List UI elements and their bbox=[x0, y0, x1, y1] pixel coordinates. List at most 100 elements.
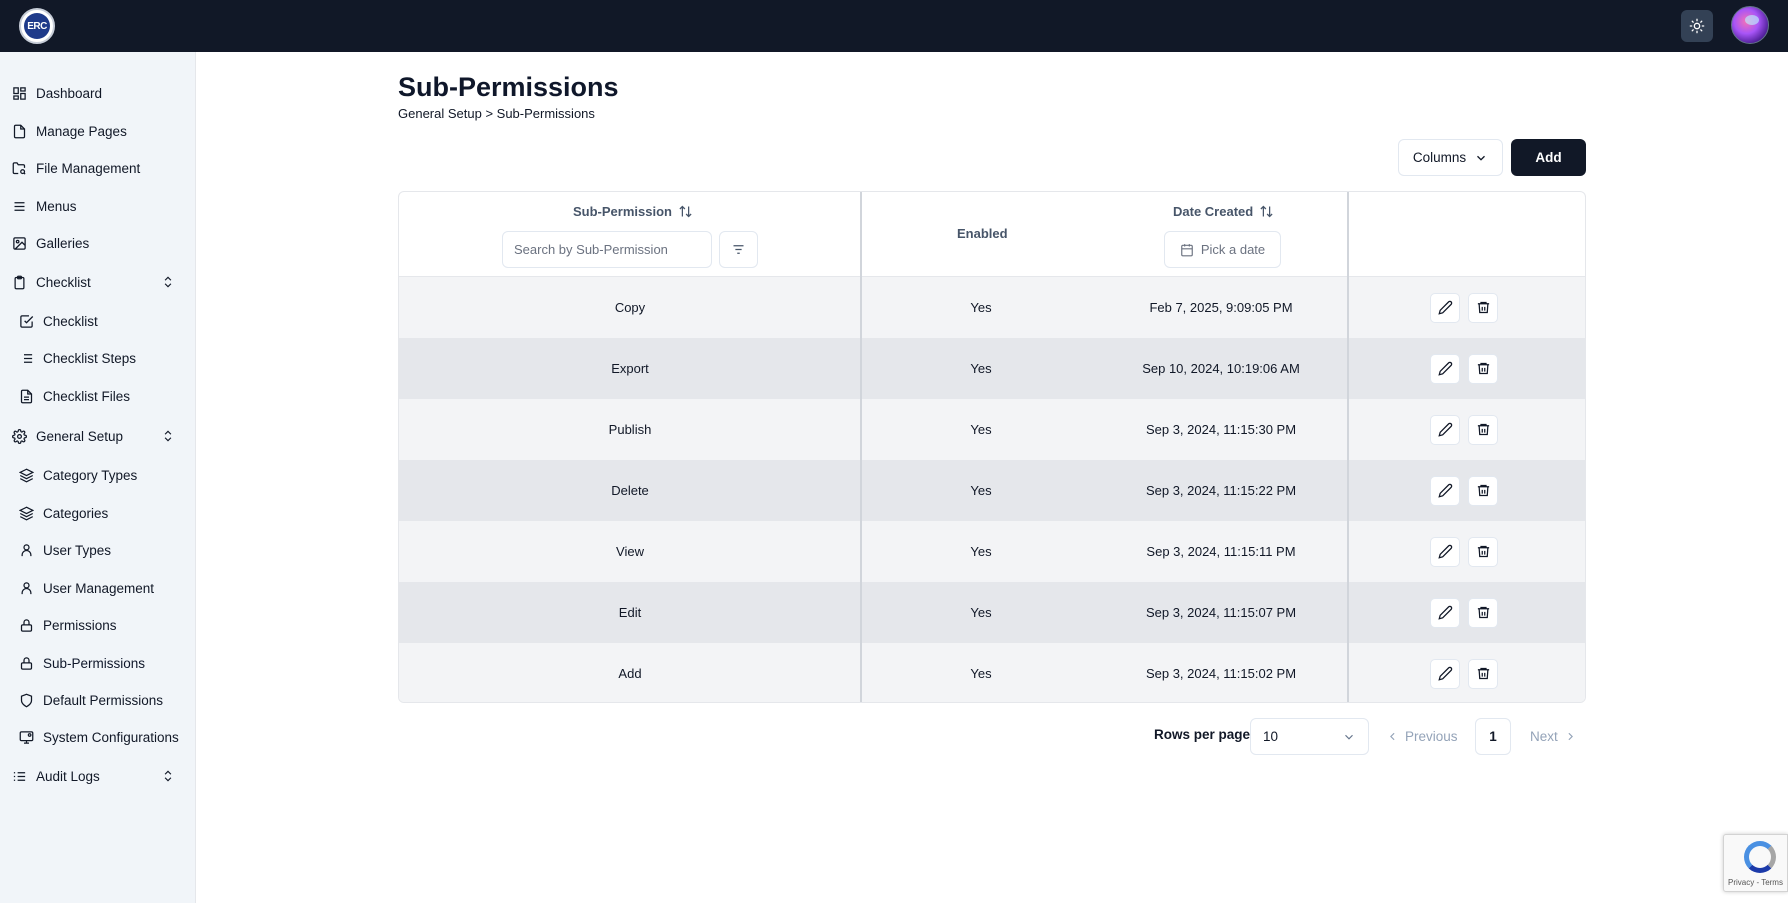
cell-enabled: Yes bbox=[970, 483, 992, 498]
table-row: View Yes Sep 3, 2024, 11:15:11 PM bbox=[399, 521, 1585, 582]
clipboard-icon bbox=[11, 274, 27, 290]
sidebar-item-label: Checklist Steps bbox=[43, 350, 137, 366]
app-logo[interactable]: ERC bbox=[19, 8, 55, 44]
sidebar-item-default-permissions[interactable]: Default Permissions bbox=[0, 685, 196, 715]
enabled-header: Enabled bbox=[957, 226, 1008, 241]
sidebar-item-dashboard[interactable]: Dashboard bbox=[0, 78, 196, 108]
date-picker-button[interactable]: Pick a date bbox=[1164, 231, 1281, 268]
sun-icon bbox=[1689, 18, 1705, 34]
table-row: Export Yes Sep 10, 2024, 10:19:06 AM bbox=[399, 338, 1585, 399]
edit-button[interactable] bbox=[1430, 414, 1460, 445]
image-icon bbox=[11, 235, 27, 251]
row-actions bbox=[1341, 460, 1585, 521]
cell-enabled: Yes bbox=[970, 300, 992, 315]
date-placeholder: Pick a date bbox=[1200, 242, 1266, 257]
sidebar-group-audit-logs[interactable]: Audit Logs bbox=[0, 761, 196, 791]
user-icon bbox=[18, 542, 34, 558]
edit-button[interactable] bbox=[1430, 658, 1460, 689]
sidebar-item-sub-permissions[interactable]: Sub-Permissions bbox=[0, 648, 196, 678]
sidebar-item-user-types[interactable]: User Types bbox=[0, 535, 196, 565]
column-divider bbox=[1347, 192, 1349, 702]
sidebar-item-category-types[interactable]: Category Types bbox=[0, 460, 196, 490]
cell-sub-permission: Publish bbox=[608, 422, 652, 437]
lock-icon bbox=[18, 655, 34, 671]
sidebar-item-manage-pages[interactable]: Manage Pages bbox=[0, 116, 196, 146]
add-button[interactable]: Add bbox=[1511, 139, 1586, 176]
sidebar-item-checklist[interactable]: Checklist bbox=[0, 306, 196, 336]
edit-button[interactable] bbox=[1430, 536, 1460, 567]
breadcrumb: General Setup > Sub-Permissions bbox=[398, 106, 595, 121]
shield-icon bbox=[18, 692, 34, 708]
sidebar-item-label: Checklist Files bbox=[43, 388, 131, 404]
columns-button[interactable]: Columns bbox=[1398, 139, 1503, 176]
edit-button[interactable] bbox=[1430, 353, 1460, 384]
delete-button[interactable] bbox=[1468, 292, 1498, 323]
theme-toggle-button[interactable] bbox=[1681, 10, 1713, 42]
previous-page-button[interactable]: Previous bbox=[1386, 718, 1458, 755]
lock-icon bbox=[18, 617, 34, 633]
sidebar-item-label: Galleries bbox=[36, 235, 90, 251]
chevrons-up-down-icon bbox=[164, 770, 172, 782]
filter-button[interactable] bbox=[719, 231, 758, 268]
sidebar-item-label: Manage Pages bbox=[36, 123, 127, 139]
delete-button[interactable] bbox=[1468, 597, 1498, 628]
sidebar-item-label: Audit Logs bbox=[36, 768, 100, 784]
page-number-button[interactable]: 1 bbox=[1475, 718, 1511, 755]
dashboard-icon bbox=[11, 85, 27, 101]
delete-button[interactable] bbox=[1468, 353, 1498, 384]
sidebar-item-checklist-steps[interactable]: Checklist Steps bbox=[0, 343, 196, 373]
sidebar-item-system-configurations[interactable]: System Configurations bbox=[0, 722, 196, 752]
sidebar-item-label: General Setup bbox=[36, 428, 124, 444]
cell-sub-permission: Export bbox=[611, 361, 649, 376]
delete-button[interactable] bbox=[1468, 536, 1498, 567]
recaptcha-badge[interactable]: Privacy - Terms bbox=[1723, 834, 1788, 892]
sort-date-created-header[interactable]: Date Created bbox=[1173, 204, 1274, 219]
delete-button[interactable] bbox=[1468, 658, 1498, 689]
edit-button[interactable] bbox=[1430, 597, 1460, 628]
sort-sub-permission-header[interactable]: Sub-Permission bbox=[573, 204, 693, 219]
sidebar-item-label: Checklist bbox=[43, 313, 98, 329]
sidebar-item-galleries[interactable]: Galleries bbox=[0, 228, 196, 258]
sidebar-group-general-setup[interactable]: General Setup bbox=[0, 421, 196, 451]
cell-sub-permission: View bbox=[616, 544, 644, 559]
sidebar-item-label: Menus bbox=[36, 198, 77, 214]
sidebar-item-categories[interactable]: Categories bbox=[0, 498, 196, 528]
rows-per-page-label: Rows per page bbox=[1154, 727, 1251, 742]
list-checks-icon bbox=[11, 768, 27, 784]
sidebar-item-checklist-files[interactable]: Checklist Files bbox=[0, 381, 196, 411]
sort-arrows-icon bbox=[679, 205, 692, 218]
table-row: Delete Yes Sep 3, 2024, 11:15:22 PM bbox=[399, 460, 1585, 521]
sidebar-item-label: Categories bbox=[43, 505, 109, 521]
chevron-down-icon bbox=[1477, 155, 1486, 161]
user-avatar[interactable] bbox=[1731, 6, 1769, 44]
pencil-icon bbox=[1437, 666, 1452, 681]
edit-button[interactable] bbox=[1430, 475, 1460, 506]
next-page-button[interactable]: Next bbox=[1530, 718, 1577, 755]
table-row: Copy Yes Feb 7, 2025, 9:09:05 PM bbox=[399, 277, 1585, 338]
cell-date-created: Sep 10, 2024, 10:19:06 AM bbox=[1142, 361, 1300, 376]
layers-icon bbox=[18, 505, 34, 521]
sidebar-item-label: Sub-Permissions bbox=[43, 655, 146, 671]
row-actions bbox=[1341, 582, 1585, 643]
sidebar-group-checklist[interactable]: Checklist bbox=[0, 267, 196, 297]
sidebar-item-label: Permissions bbox=[43, 617, 117, 633]
delete-button[interactable] bbox=[1468, 475, 1498, 506]
cell-enabled: Yes bbox=[970, 361, 992, 376]
cell-enabled: Yes bbox=[970, 544, 992, 559]
edit-button[interactable] bbox=[1430, 292, 1460, 323]
table-row: Edit Yes Sep 3, 2024, 11:15:07 PM bbox=[399, 582, 1585, 643]
sidebar-item-menus[interactable]: Menus bbox=[0, 191, 196, 221]
cell-date-created: Sep 3, 2024, 11:15:22 PM bbox=[1145, 483, 1297, 498]
sidebar-item-label: User Management bbox=[43, 580, 155, 596]
trash-icon bbox=[1477, 423, 1489, 436]
trash-icon bbox=[1477, 545, 1489, 558]
calendar-icon bbox=[1180, 243, 1193, 256]
sidebar-item-user-management[interactable]: User Management bbox=[0, 573, 196, 603]
delete-button[interactable] bbox=[1468, 414, 1498, 445]
sidebar-item-permissions[interactable]: Permissions bbox=[0, 610, 196, 640]
search-input[interactable]: Search by Sub-Permission bbox=[502, 231, 712, 268]
row-actions bbox=[1341, 521, 1585, 582]
sidebar-item-file-management[interactable]: File Management bbox=[0, 153, 196, 183]
cell-enabled: Yes bbox=[970, 666, 992, 681]
rows-per-page-select[interactable]: 10 bbox=[1250, 718, 1369, 755]
